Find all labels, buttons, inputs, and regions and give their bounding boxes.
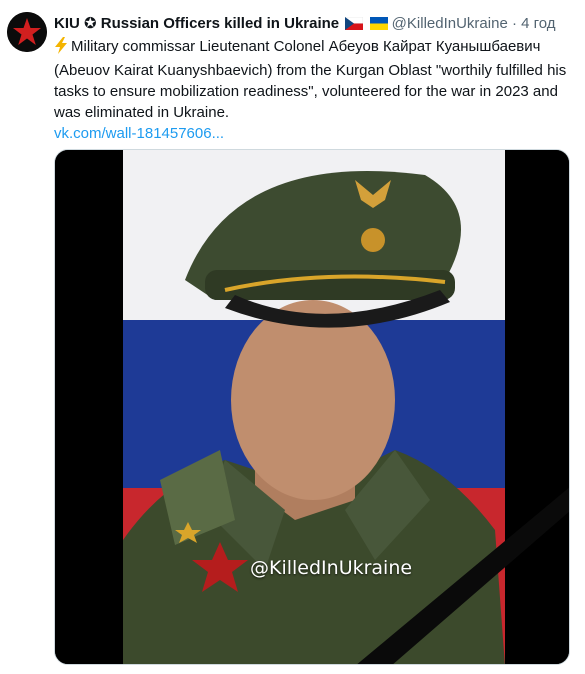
avatar[interactable] (7, 12, 47, 52)
red-star-avatar-icon (7, 12, 47, 52)
lightning-icon (54, 37, 68, 60)
czech-flag-icon (345, 15, 364, 37)
separator-dot: · (511, 15, 517, 32)
author-name[interactable]: KIU ✪ Russian Officers killed in Ukraine (54, 15, 339, 32)
tweet-text: Military commissar Lieutenant Colonel Аб… (54, 38, 567, 121)
portrait-photo (55, 150, 569, 664)
tweet[interactable]: KIU ✪ Russian Officers killed in Ukraine… (0, 0, 585, 674)
tweet-header: KIU ✪ Russian Officers killed in Ukraine… (54, 13, 579, 35)
watermark-text: @KilledInUkraine (250, 557, 413, 579)
author-handle[interactable]: @KilledInUkraine (392, 15, 508, 32)
tweet-image[interactable]: @KilledInUkraine (54, 149, 570, 665)
tweet-text-block: Military commissar Lieutenant Colonel Аб… (54, 36, 574, 144)
tweet-link[interactable]: vk.com/wall-181457606... (54, 125, 224, 142)
timestamp[interactable]: 4 год (521, 15, 555, 32)
ukraine-flag-icon (369, 15, 388, 37)
